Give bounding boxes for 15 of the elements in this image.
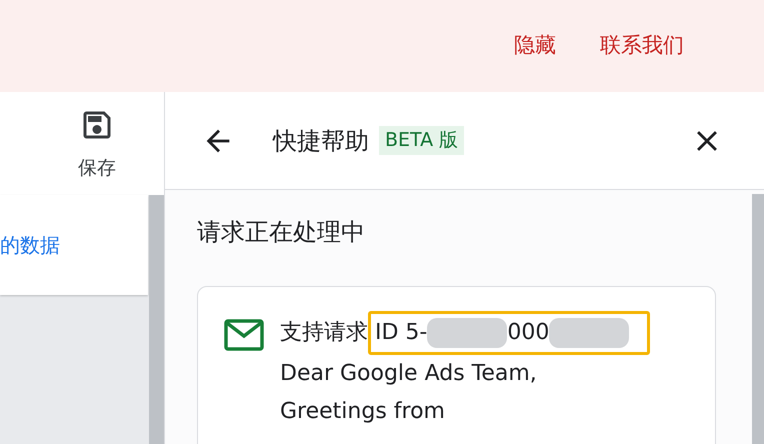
request-id: ID 5- [375, 319, 428, 347]
message-line: Greetings from [280, 398, 446, 426]
data-link[interactable]: 的数据 [0, 230, 60, 260]
request-id: 000 [507, 319, 550, 347]
status-heading: 请求正在处理中 [197, 217, 366, 248]
scrollbar[interactable] [149, 195, 164, 444]
request-label: 支持请求 [280, 319, 368, 347]
beta-label: BETA 版 [379, 126, 464, 155]
save-button[interactable]: 保存 [78, 106, 116, 182]
mail-icon [224, 319, 264, 351]
scrollbar[interactable] [752, 194, 764, 444]
top-link[interactable]: 隐藏 [514, 30, 556, 62]
panel-title: 快捷帮助 [273, 126, 369, 156]
message-line: Dear Google Ads Team, [280, 360, 538, 388]
top-link[interactable]: 联系我们 [600, 30, 684, 62]
